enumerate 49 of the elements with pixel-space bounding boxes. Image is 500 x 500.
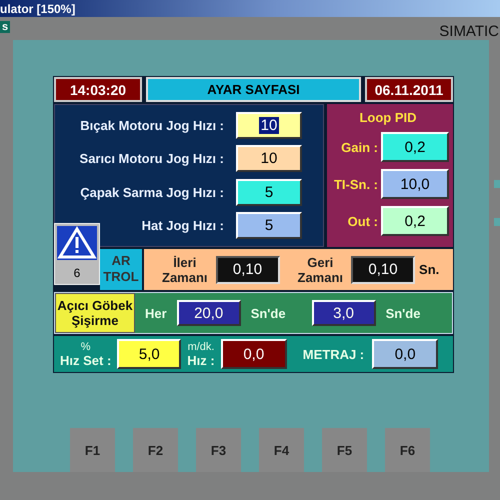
unit-label: m/dk. bbox=[188, 341, 214, 354]
brand-tag: s bbox=[0, 20, 10, 32]
date-display: 06.11.2011 bbox=[365, 77, 453, 102]
speed-set-input-field[interactable]: 5,0 bbox=[117, 339, 182, 369]
function-key[interactable]: F4 bbox=[259, 428, 304, 472]
jog-input-field[interactable]: 5 bbox=[236, 212, 302, 239]
time-display: 14:03:20 bbox=[54, 77, 142, 102]
function-key[interactable]: F2 bbox=[133, 428, 178, 472]
metraj-label: METRAJ : bbox=[302, 346, 364, 362]
speed-label: Hız : bbox=[187, 354, 215, 367]
pid-input-field[interactable]: 10,0 bbox=[381, 169, 449, 199]
timing-label: İleri Zamanı bbox=[162, 254, 208, 284]
brand-label: SIMATIC bbox=[439, 23, 499, 40]
every-label: Her bbox=[145, 306, 167, 320]
pid-input-field[interactable]: 0,2 bbox=[381, 132, 449, 162]
interval-input-field[interactable]: 20,0 bbox=[176, 300, 241, 326]
function-key[interactable]: F3 bbox=[196, 428, 241, 472]
speed-set-label: Hız Set : bbox=[60, 354, 112, 367]
jog-label: Çapak Sarma Jog Hızı : bbox=[80, 184, 224, 200]
unit-label: Sn'de bbox=[386, 306, 420, 320]
timing-input-field[interactable]: 0,10 bbox=[216, 256, 280, 284]
function-key[interactable]: F1 bbox=[70, 428, 115, 472]
unit-label: Sn'de bbox=[250, 306, 286, 320]
function-key[interactable]: F5 bbox=[322, 428, 367, 472]
timing-input-field[interactable]: 0,10 bbox=[351, 256, 416, 284]
pid-label: Out : bbox=[348, 214, 378, 228]
function-key[interactable]: F6 bbox=[385, 428, 430, 472]
jog-input-field[interactable]: 10 bbox=[236, 145, 302, 172]
inflate-button[interactable]: Açıcı Göbek Şişirme bbox=[55, 293, 135, 333]
jog-label: Sarıcı Motoru Jog Hızı : bbox=[80, 151, 224, 166]
pid-label: Gain : bbox=[341, 140, 378, 154]
duration-input-field[interactable]: 3,0 bbox=[312, 300, 376, 326]
metraj-display: 0,0 bbox=[372, 339, 438, 369]
unit-label: Sn. bbox=[419, 262, 440, 277]
jog-label: Hat Jog Hızı : bbox=[142, 218, 224, 233]
warning-icon bbox=[57, 226, 97, 260]
jog-input-field[interactable]: 10 bbox=[236, 112, 302, 140]
alarm-button[interactable]: 6 bbox=[54, 223, 100, 285]
speed-display: 0,0 bbox=[220, 339, 287, 369]
jog-label: Bıçak Motoru Jog Hızı : bbox=[80, 118, 224, 134]
jog-input-field[interactable]: 5 bbox=[236, 178, 302, 206]
unit-label: % bbox=[80, 341, 91, 354]
window-title: ulator [150%] bbox=[0, 2, 76, 16]
page-title: AYAR SAYFASI bbox=[146, 77, 361, 102]
pid-title: Loop PID bbox=[359, 110, 417, 125]
control-button[interactable]: AR TROL bbox=[100, 249, 142, 290]
pid-label: TI-Sn. : bbox=[334, 176, 378, 192]
pid-input-field[interactable]: 0,2 bbox=[381, 206, 449, 236]
timing-label: Geri Zamanı bbox=[298, 254, 344, 284]
